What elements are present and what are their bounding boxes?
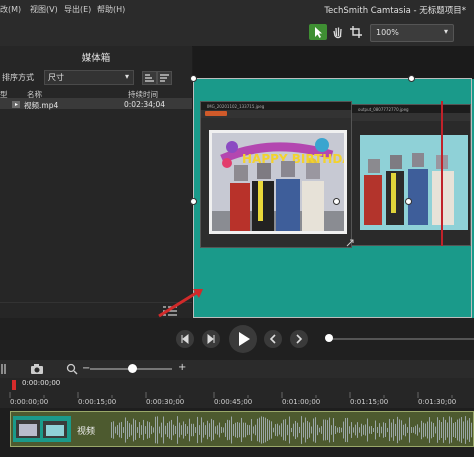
play-button[interactable] bbox=[229, 325, 257, 353]
canvas-area[interactable]: IMG_20201102_133715.jpeg HAPPY BIRTHDAY bbox=[158, 46, 474, 318]
selection-box[interactable] bbox=[193, 78, 472, 318]
ruler-ticks bbox=[9, 392, 453, 398]
clip-label: 视频 bbox=[77, 427, 96, 437]
crop-tool-button[interactable] bbox=[348, 24, 366, 40]
media-table-header: 型 名称 持续时间 bbox=[0, 88, 192, 99]
pointer-icon bbox=[315, 27, 322, 38]
video-clip[interactable]: 视频 bbox=[10, 411, 474, 447]
next-button[interactable] bbox=[290, 330, 308, 348]
resize-handle-top[interactable] bbox=[408, 75, 415, 82]
ruler-label: 0:00:00;00 bbox=[10, 398, 49, 406]
file-icon bbox=[12, 101, 20, 110]
ruler-label: 0:00:15;00 bbox=[78, 398, 117, 406]
media-file-name: 视频.mp4 bbox=[24, 101, 59, 110]
red-arrow-icon bbox=[158, 288, 203, 318]
pointer-tool-button[interactable] bbox=[309, 24, 327, 40]
menu-export[interactable]: 导出(E) bbox=[64, 4, 91, 15]
sort-label: 排序方式 bbox=[2, 73, 34, 82]
table-row[interactable]: 视频.mp4 0:02:34;04 bbox=[0, 99, 192, 110]
sort-desc-icon bbox=[160, 74, 169, 82]
sort-descending-button[interactable] bbox=[157, 71, 172, 85]
zoom-value: 100% bbox=[376, 28, 399, 37]
resize-handle-top-left[interactable] bbox=[190, 75, 197, 82]
timeline-zoom-knob[interactable] bbox=[128, 364, 137, 373]
player-controls bbox=[0, 318, 474, 360]
timeline-toolbar: − + bbox=[0, 360, 474, 378]
sort-bar: 排序方式 尺寸 ▾ bbox=[0, 68, 192, 86]
crop-icon bbox=[350, 26, 362, 38]
chevron-down-icon: ▾ bbox=[443, 27, 448, 36]
hand-icon bbox=[333, 27, 342, 39]
previous-button[interactable] bbox=[264, 330, 282, 348]
menu-modify[interactable]: 改(M) bbox=[0, 4, 21, 15]
menu-help[interactable]: 帮助(H) bbox=[97, 4, 125, 15]
playhead-time: 0:00:00;00 bbox=[22, 379, 61, 387]
ruler-label: 0:00:45;00 bbox=[214, 398, 253, 406]
ruler-label: 0:01:00;00 bbox=[282, 398, 321, 406]
media-bin-panel: 媒体箱 排序方式 尺寸 ▾ 型 名称 持续时间 视频.mp4 0:02:34;0… bbox=[0, 46, 192, 319]
timeline-track: 视频 bbox=[0, 408, 474, 457]
expand-icon[interactable] bbox=[345, 238, 355, 248]
split-icon[interactable] bbox=[0, 363, 10, 375]
chevron-left-icon bbox=[269, 334, 276, 344]
zoom-in-icon[interactable]: + bbox=[178, 362, 186, 373]
step-forward-icon bbox=[207, 333, 215, 345]
scrub-track[interactable] bbox=[328, 338, 474, 340]
app-title: TechSmith Camtasia - 无标题项目* bbox=[324, 6, 466, 16]
resize-handle-center[interactable] bbox=[405, 198, 412, 205]
playhead[interactable] bbox=[12, 380, 16, 390]
ruler-label: 0:01:15;00 bbox=[350, 398, 389, 406]
timeline-ruler[interactable]: 0:00:00;00 0:00:00;00 0:00:15;00 0:00:30… bbox=[0, 378, 474, 408]
sort-asc-icon bbox=[145, 74, 154, 82]
clip-thumbnail bbox=[13, 416, 71, 442]
pan-tool-button[interactable] bbox=[329, 24, 347, 40]
scrub-knob[interactable] bbox=[325, 334, 333, 342]
media-file-duration: 0:02:34;04 bbox=[124, 100, 165, 109]
chevron-down-icon: ▾ bbox=[124, 72, 129, 81]
zoom-search-icon bbox=[66, 363, 78, 375]
step-back-icon bbox=[181, 333, 189, 345]
menu-view[interactable]: 视图(V) bbox=[30, 4, 58, 15]
media-bin-title: 媒体箱 bbox=[81, 53, 111, 64]
toolbar: 100% ▾ bbox=[0, 18, 474, 47]
rotate-handle[interactable] bbox=[333, 198, 340, 205]
ruler-label: 0:00:30;00 bbox=[146, 398, 185, 406]
step-forward-button[interactable] bbox=[202, 330, 220, 348]
camera-icon[interactable] bbox=[30, 363, 44, 375]
play-icon bbox=[239, 332, 250, 346]
sort-ascending-button[interactable] bbox=[142, 71, 157, 85]
zoom-dropdown[interactable]: 100% ▾ bbox=[370, 24, 454, 42]
resize-handle-left[interactable] bbox=[190, 198, 197, 205]
menu-bar: 改(M) 视图(V) 导出(E) 帮助(H) TechSmith Camtasi… bbox=[0, 0, 474, 18]
ruler-label: 0:01:30;00 bbox=[418, 398, 457, 406]
sort-value: 尺寸 bbox=[48, 73, 64, 82]
sort-dropdown[interactable]: 尺寸 ▾ bbox=[44, 70, 134, 85]
chevron-right-icon bbox=[296, 334, 303, 344]
step-back-button[interactable] bbox=[176, 330, 194, 348]
